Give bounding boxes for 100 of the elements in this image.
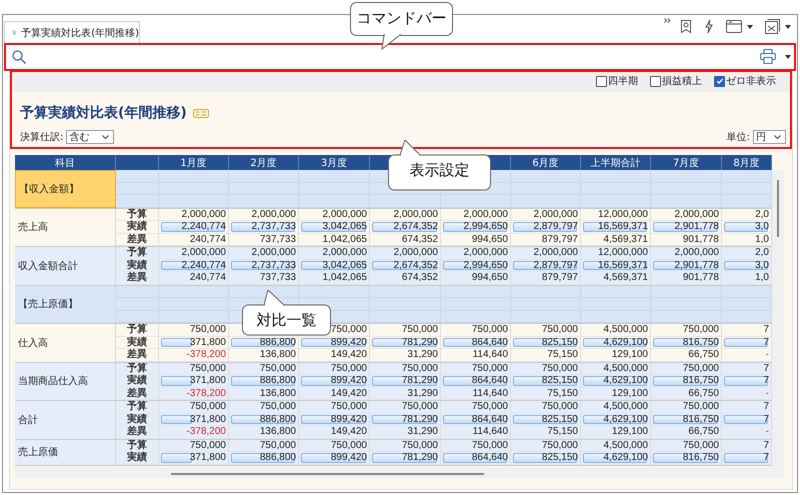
printer-icon[interactable] <box>760 49 776 64</box>
empty-cell <box>116 298 159 310</box>
table-cell: 12,000,000 <box>598 247 648 258</box>
empty-cell <box>370 286 441 298</box>
table-cell: 75,150 <box>547 426 578 438</box>
section-heading-cell[interactable]: 【売上原価】 <box>15 286 116 323</box>
table-cell: 2,240,774 <box>182 260 226 271</box>
horizontal-scrollbar[interactable] <box>15 467 784 478</box>
table-cell: 781,290 <box>402 336 438 348</box>
column-header[interactable]: 科目 <box>55 156 75 170</box>
table-cell: 2,737,733 <box>252 221 296 232</box>
chevrons-icon[interactable] <box>664 18 671 23</box>
table-cell: 899,420 <box>330 414 367 425</box>
report-title: 予算実績対比表(年間推移) <box>20 104 187 122</box>
empty-cell <box>581 170 651 182</box>
column-header[interactable]: 上半期合計 <box>590 156 640 170</box>
table-cell: 2,0 <box>755 208 769 220</box>
table-cell: 750,000 <box>402 401 438 412</box>
caret-icon[interactable] <box>785 54 791 58</box>
table-cell: -378,200 <box>186 388 226 399</box>
checkbox[interactable] <box>596 76 607 86</box>
table-cell: 2,000,000 <box>182 208 226 220</box>
table-cell: 864,640 <box>472 336 508 348</box>
table-cell: 750,000 <box>542 401 578 412</box>
window-icon[interactable] <box>726 20 742 33</box>
table-cell: 899,420 <box>330 336 367 348</box>
table-cell: 2,000,000 <box>464 247 508 258</box>
column-header[interactable]: 3月度 <box>320 156 348 170</box>
scroll-thumb[interactable] <box>171 473 484 475</box>
table-cell: 2,994,650 <box>464 260 508 271</box>
empty-cell <box>581 195 651 208</box>
empty-cell <box>299 286 370 298</box>
empty-cell <box>299 195 370 208</box>
table-cell: 4,500,000 <box>604 324 648 336</box>
vertical-scrollbar[interactable] <box>772 170 784 467</box>
empty-cell <box>116 182 159 195</box>
option-label: ゼロ非表示 <box>726 74 776 88</box>
empty-cell <box>370 195 441 208</box>
empty-cell <box>116 170 159 182</box>
caret-icon <box>774 135 781 139</box>
column-header[interactable]: 2月度 <box>250 156 277 170</box>
empty-cell <box>441 195 511 208</box>
column-header[interactable]: 1月度 <box>180 156 207 170</box>
empty-cell <box>511 170 581 182</box>
table-cell: 2,000,000 <box>252 247 296 258</box>
column-header[interactable]: 7月度 <box>672 156 700 170</box>
table-cell: 129,100 <box>612 388 648 399</box>
table-cell: 7 <box>763 452 769 464</box>
table-cell: 750,000 <box>330 440 367 451</box>
table-cell: 2,240,774 <box>182 221 226 232</box>
table-cell: 2,000,000 <box>182 247 226 258</box>
table-cell: 1,042,065 <box>322 272 367 284</box>
table-cell: 879,797 <box>542 234 578 245</box>
table-cell: 750,000 <box>682 324 719 336</box>
caret-icon[interactable] <box>747 24 753 28</box>
document-tab[interactable]: 予算実績対比表(年間推移) <box>4 21 140 43</box>
account-cell: 当期商品仕入高 <box>15 362 116 400</box>
option-checkbox[interactable]: 損益積上 <box>650 74 702 88</box>
option-checkbox[interactable]: ゼロ非表示 <box>714 74 776 88</box>
table-cell: 781,290 <box>402 375 438 386</box>
table-cell: 66,750 <box>688 349 719 360</box>
table-cell: 2,000,000 <box>534 247 578 258</box>
table-cell: 129,100 <box>612 349 648 360</box>
badge-icon <box>192 108 209 118</box>
search-icon[interactable] <box>12 50 26 64</box>
empty-cell <box>511 195 581 208</box>
bookmark-icon[interactable] <box>680 19 692 34</box>
checkbox[interactable] <box>714 76 725 86</box>
table-cell: 1,042,065 <box>322 234 367 245</box>
table-cell: 75,150 <box>547 388 578 399</box>
column-header[interactable]: 6月度 <box>532 156 559 170</box>
empty-cell <box>651 170 722 182</box>
filter-select[interactable]: 含む <box>66 130 114 144</box>
empty-cell <box>229 195 299 208</box>
table-cell: 136,800 <box>260 349 296 360</box>
filter-label: 決算仕訳: <box>20 130 64 144</box>
table-cell: 750,000 <box>260 362 296 374</box>
row-label: 予算 <box>116 208 159 221</box>
empty-cell <box>581 286 651 298</box>
empty-cell <box>116 286 159 298</box>
caret-icon[interactable] <box>785 24 791 28</box>
lightning-icon[interactable] <box>704 19 714 34</box>
row-label: 差異 <box>116 272 159 284</box>
table-cell: 2,901,778 <box>674 260 719 271</box>
checkbox[interactable] <box>650 76 661 86</box>
table-cell: - <box>766 426 769 438</box>
table-cell: 66,750 <box>688 388 719 399</box>
section-heading-cell[interactable]: 【収入金額】 <box>15 170 116 208</box>
account-cell: 合計 <box>15 401 116 438</box>
column-header[interactable]: 8月度 <box>733 156 760 170</box>
empty-cell <box>441 286 511 298</box>
table-cell: 901,778 <box>682 234 719 245</box>
table-cell: 825,150 <box>542 452 578 464</box>
option-checkbox[interactable]: 四半期 <box>596 74 638 88</box>
table-cell: 2,000,000 <box>252 208 296 220</box>
table-cell: 240,774 <box>190 272 226 284</box>
table-cell: 994,650 <box>472 272 508 284</box>
table-cell: 75,150 <box>547 349 578 360</box>
scroll-thumb[interactable] <box>777 180 779 237</box>
unit-select[interactable]: 円 <box>753 130 786 144</box>
